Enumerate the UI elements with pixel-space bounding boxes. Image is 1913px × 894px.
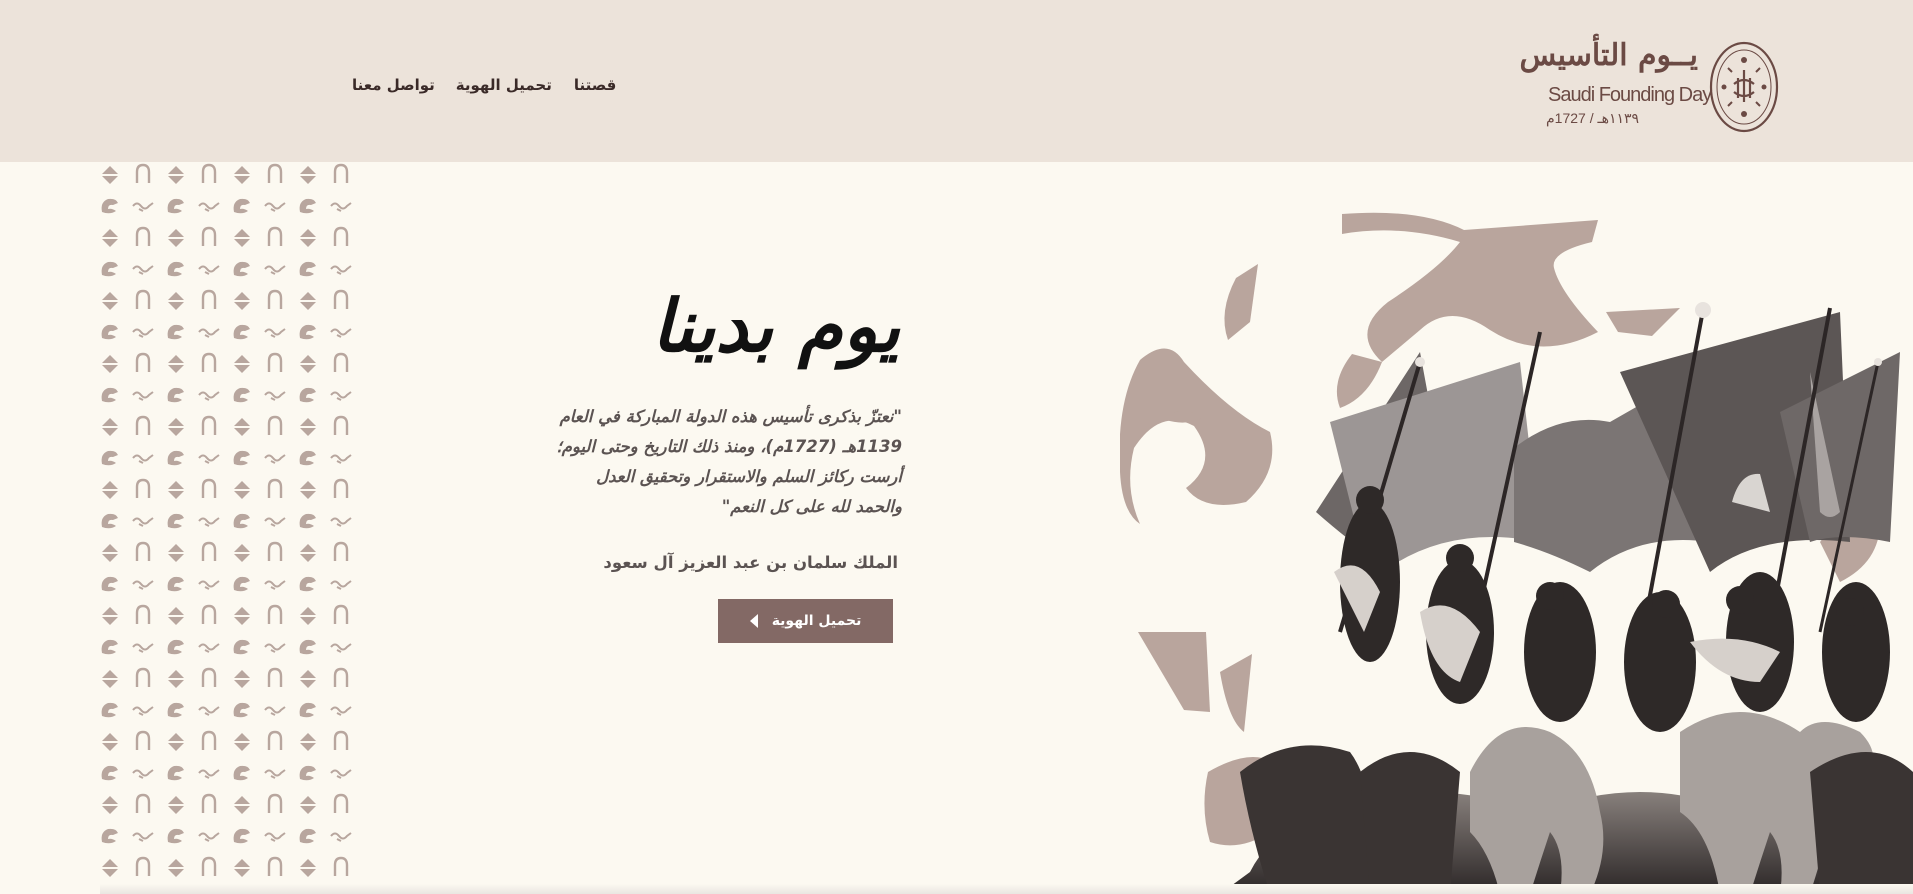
site-header: تواصل معنا تحميل الهوية قصتنا يــوم التأ…: [0, 0, 1913, 162]
nav-our-story[interactable]: قصتنا: [574, 76, 616, 94]
chevron-left-icon: [749, 614, 758, 628]
quote-line: 1139هـ (1727م)، ومنذ ذلك التاريخ وحتى ال…: [556, 437, 902, 456]
quote-author: الملك سلمان بن عبد العزيز آل سعود: [603, 553, 898, 572]
logo-arabic-text: يــوم التأسيس: [1519, 38, 1698, 73]
site-logo[interactable]: يــوم التأسيس Saudi Founding Day ١١٣٩هـ …: [1519, 38, 1780, 134]
quote-line: "نعتزّ بذكرى تأسيس هذه الدولة المباركة ف…: [559, 407, 902, 426]
flags-and-riders: [1220, 302, 1913, 894]
download-identity-button[interactable]: تحميل الهوية: [718, 599, 893, 643]
main-nav: تواصل معنا تحميل الهوية قصتنا: [352, 76, 616, 94]
hero-illustration: [1120, 212, 1913, 894]
quote-line: والحمد لله على كل النعم": [721, 497, 902, 516]
logo-english-text: Saudi Founding Day: [1548, 84, 1712, 106]
logo-date-text: ١١٣٩هـ / 1727م: [1546, 110, 1640, 126]
quote-line: أرست ركائز السلم والاستقرار وتحقيق العدل: [596, 467, 902, 486]
nav-download-identity[interactable]: تحميل الهوية: [456, 76, 552, 94]
decorative-pattern: [100, 162, 356, 894]
download-identity-label: تحميل الهوية: [771, 613, 862, 629]
founding-day-seal-icon: [1709, 41, 1779, 133]
bottom-edge: [100, 884, 1913, 894]
hero-quote: "نعتزّ بذكرى تأسيس هذه الدولة المباركة ف…: [440, 402, 902, 522]
hero-title: يوم بدينا: [651, 284, 900, 368]
nav-contact[interactable]: تواصل معنا: [352, 76, 435, 94]
